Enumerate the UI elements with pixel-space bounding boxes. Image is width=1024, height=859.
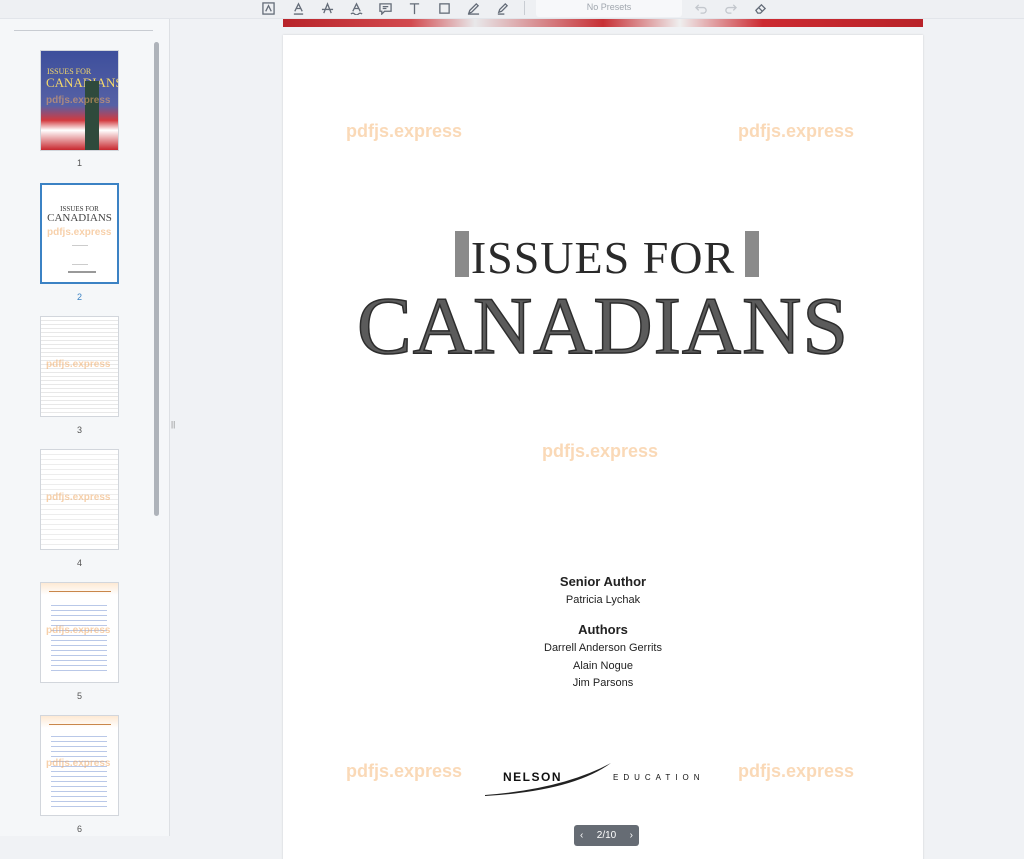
- thumbnail-page-2[interactable]: ISSUES FOR CANADIANS pdfjs.express: [40, 183, 119, 284]
- publisher-subtitle: EDUCATION: [613, 773, 705, 782]
- thumbnail-rule: [49, 724, 111, 725]
- sidebar-resize-handle[interactable]: ||: [171, 420, 177, 430]
- watermark: pdfjs.express: [738, 761, 855, 781]
- thumbnail-watermark: pdfjs.express: [46, 95, 111, 106]
- book-title-main: CANADIANS: [356, 279, 849, 372]
- underline-icon[interactable]: [289, 0, 307, 16]
- eraser-icon[interactable]: [751, 0, 769, 16]
- next-page-icon[interactable]: ›: [630, 830, 633, 841]
- thumbnail-sidebar: ISSUES FOR CANADIANS pdfjs.express 1 ISS…: [0, 19, 170, 836]
- thumbnail-number: 6: [76, 824, 82, 834]
- thumbnail-watermark: pdfjs.express: [46, 492, 111, 503]
- comment-icon[interactable]: [376, 0, 394, 16]
- presets-dropdown[interactable]: No Presets: [536, 0, 682, 17]
- watermark: pdfjs.express: [346, 761, 463, 781]
- thumbnail-watermark: pdfjs.express: [46, 359, 111, 370]
- sidebar-divider: [14, 30, 153, 31]
- signature-icon[interactable]: [259, 0, 277, 16]
- watermark: pdfjs.express: [542, 441, 659, 461]
- thumbnail-page-3[interactable]: pdfjs.express: [40, 316, 119, 417]
- highlighter-icon[interactable]: [493, 0, 511, 16]
- squiggly-icon[interactable]: [347, 0, 365, 16]
- thumbnail-text-lines: [51, 601, 107, 671]
- publisher-name: NELSON: [503, 770, 563, 784]
- pen-icon[interactable]: [464, 0, 482, 16]
- book-title-top: ISSUES FOR: [470, 232, 736, 283]
- thumbnail-rule: [49, 591, 111, 592]
- author-name: Darrell Anderson Gerrits: [544, 642, 662, 654]
- watermark: pdfjs.express: [346, 121, 463, 141]
- document-page: pdfjs.express pdfjs.express ISSUES FOR C…: [283, 35, 923, 859]
- thumbnail-page-1[interactable]: ISSUES FOR CANADIANS pdfjs.express: [40, 50, 119, 151]
- thumbnail-logo: [68, 271, 96, 273]
- author-name: Alain Nogue: [573, 660, 633, 672]
- thumbnail-text-lines: [51, 732, 107, 810]
- author-name: Jim Parsons: [572, 677, 634, 689]
- thumbnail-page-6[interactable]: pdfjs.express: [40, 715, 119, 816]
- redo-icon[interactable]: [721, 0, 739, 16]
- senior-author-name: Patricia Lychak: [565, 594, 641, 606]
- rectangle-icon[interactable]: [435, 0, 453, 16]
- sidebar-scrollbar[interactable]: [154, 42, 159, 516]
- thumbnail-text-lines: [72, 245, 88, 265]
- thumbnail-watermark: pdfjs.express: [46, 625, 111, 636]
- text-icon[interactable]: [405, 0, 423, 16]
- thumbnail-number: 1: [76, 158, 82, 168]
- senior-author-label: Senior Author: [559, 574, 647, 589]
- thumbnail-watermark: pdfjs.express: [47, 227, 112, 238]
- tower-image: [85, 81, 99, 150]
- thumbnail-page-5[interactable]: pdfjs.express: [40, 582, 119, 683]
- authors-label: Authors: [578, 622, 628, 637]
- toolbar-divider: [524, 1, 525, 15]
- thumbnail-watermark: pdfjs.express: [46, 758, 111, 769]
- page-navigation: ‹ 2/10 ›: [574, 825, 639, 846]
- thumbnail-title-bottom: CANADIANS: [46, 75, 119, 90]
- undo-icon[interactable]: [692, 0, 710, 16]
- thumbnail-title-bottom: CANADIANS: [47, 212, 112, 224]
- total-pages: 10: [605, 830, 617, 841]
- previous-page-bottom: [283, 19, 923, 27]
- thumbnail-number: 5: [76, 691, 82, 701]
- thumbnail-page-4[interactable]: pdfjs.express: [40, 449, 119, 550]
- thumbnail-number: 2: [76, 292, 82, 302]
- previous-page-icon[interactable]: ‹: [580, 830, 583, 841]
- watermark: pdfjs.express: [738, 121, 855, 141]
- annotation-toolbar: No Presets: [0, 0, 1024, 19]
- thumbnail-number: 4: [76, 558, 82, 568]
- thumbnail-number: 3: [76, 425, 82, 435]
- strikeout-icon[interactable]: [318, 0, 336, 16]
